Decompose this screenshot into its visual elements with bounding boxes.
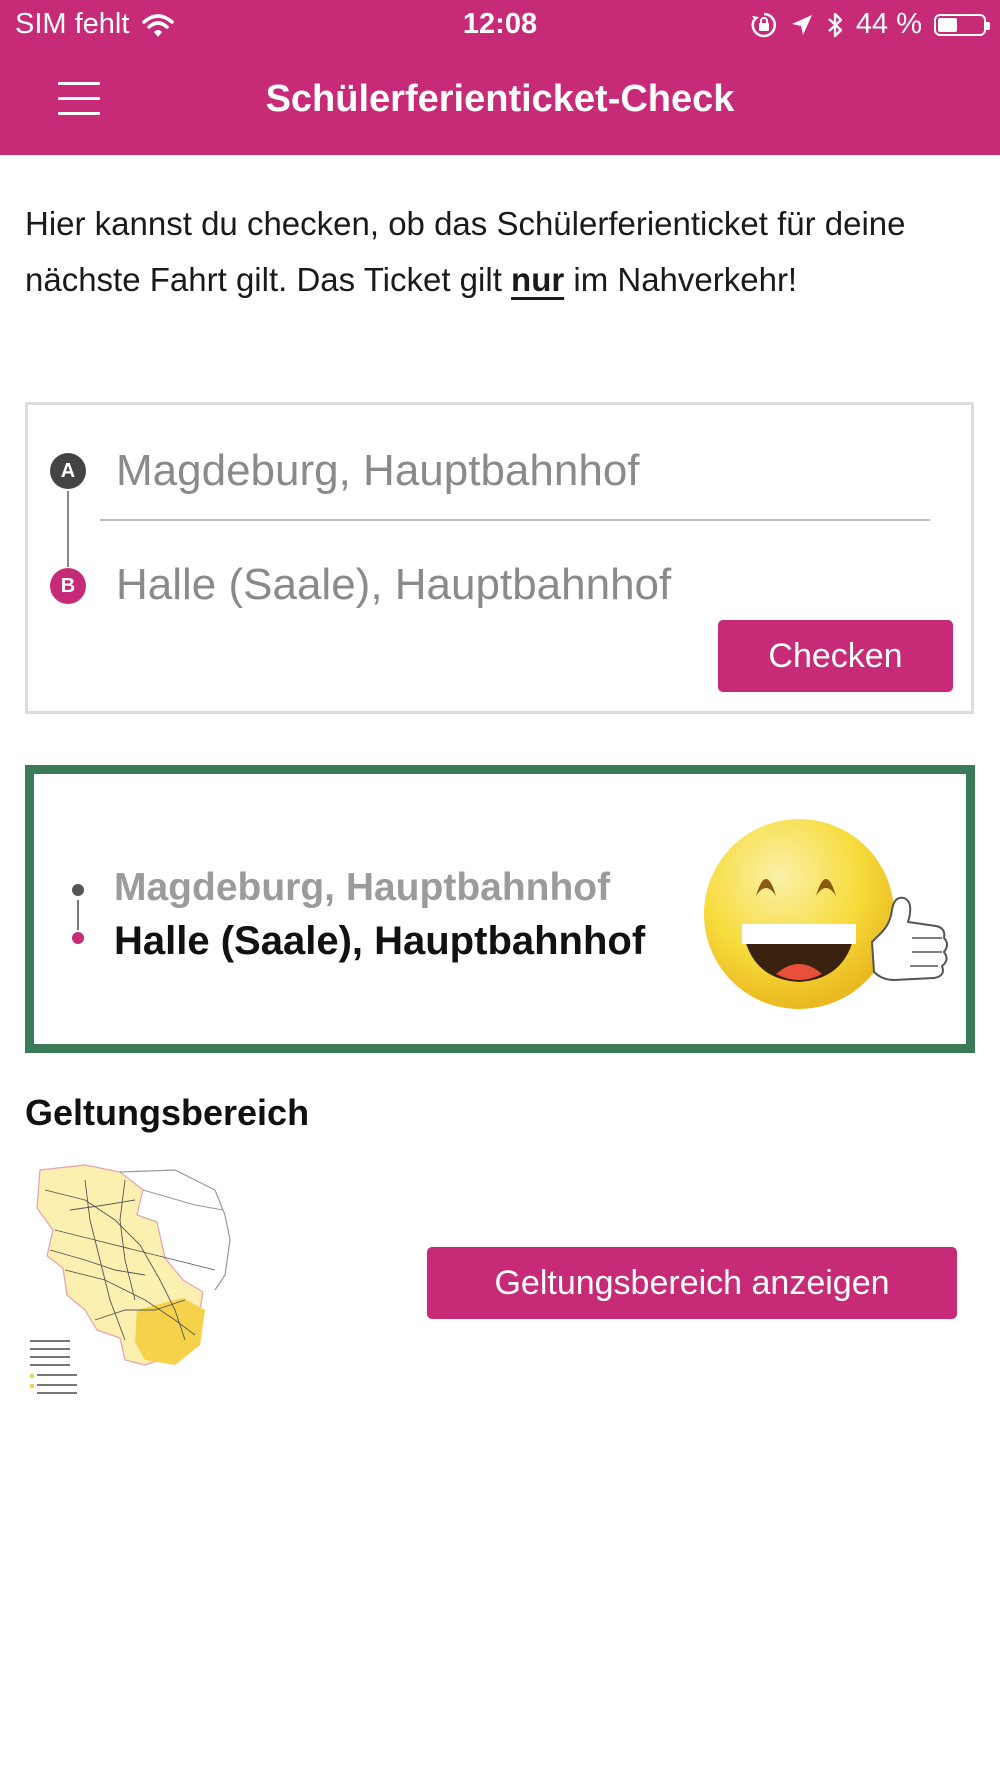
validity-map-image[interactable] [25,1160,240,1405]
origin-input[interactable] [108,437,928,505]
laughing-thumbs-up-emoji-icon [704,819,948,1009]
result-destination-dot [72,932,84,944]
route-form: A B Checken [25,402,974,714]
section-title-validity: Geltungsbereich [25,1092,310,1133]
rotation-lock-icon [751,12,776,37]
bluetooth-icon [828,12,843,37]
destination-marker-icon: B [50,568,86,604]
status-bar: SIM fehlt 12:08 44 % [0,0,1000,50]
result-destination: Halle (Saale), Hauptbahnhof [114,919,646,963]
result-origin: Magdeburg, Hauptbahnhof [114,866,611,909]
check-button[interactable]: Checken [718,620,953,692]
intro-text: Hier kannst du checken, ob das Schülerfe… [25,196,975,308]
result-connector [77,900,79,930]
show-validity-area-button[interactable]: Geltungsbereich anzeigen [427,1247,957,1319]
location-arrow-icon [791,14,812,35]
result-origin-dot [72,884,84,896]
intro-emphasis: nur [511,261,565,298]
origin-marker-icon: A [50,453,86,489]
battery-cap [986,21,990,30]
intro-text-end: im Nahverkehr! [564,261,798,298]
route-connector [67,491,69,567]
status-right: 44 % [738,8,990,41]
result-card: Magdeburg, Hauptbahnhof Halle (Saale), H… [25,765,975,1053]
input-divider [100,519,930,521]
page-title: Schülerferienticket-Check [265,78,735,120]
battery-level [938,17,957,32]
battery-percent: 44 % [855,8,922,40]
app-bar: SIM fehlt 12:08 44 % Schülerferienticket… [0,0,1000,155]
destination-input[interactable] [108,551,928,619]
battery-icon [934,13,990,36]
